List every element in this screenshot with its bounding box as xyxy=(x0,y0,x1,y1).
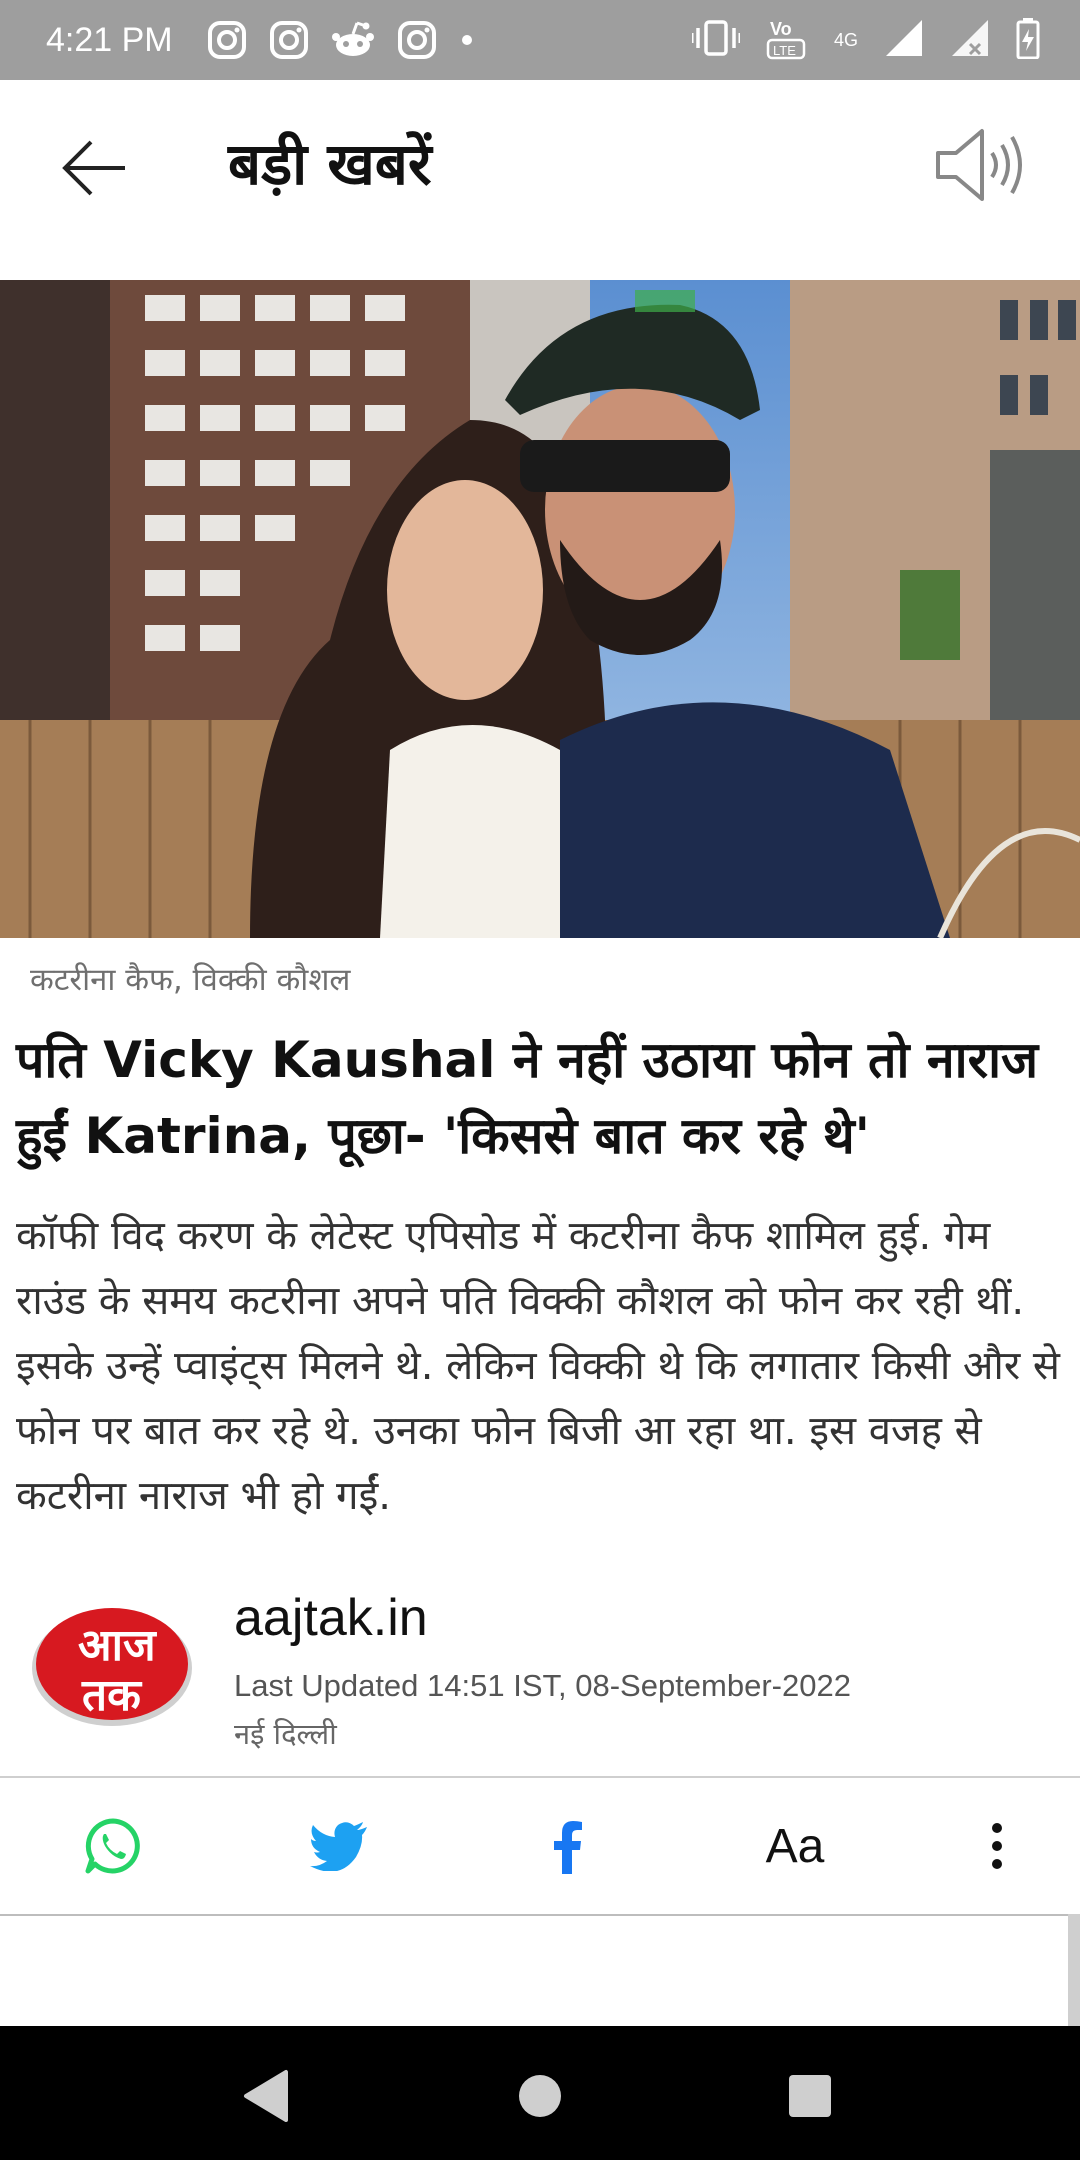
back-button[interactable] xyxy=(56,130,132,206)
instagram-icon xyxy=(207,20,247,60)
volte-icon: Vo LTE xyxy=(766,15,808,65)
speaker-icon xyxy=(936,129,1022,201)
system-navigation-bar xyxy=(0,2026,1080,2160)
more-options-button[interactable] xyxy=(942,1778,1052,1914)
article-tags[interactable]: कटरीना कैफ, विक्की कौशल xyxy=(30,958,350,1000)
scrollbar-thumb[interactable] xyxy=(1068,1914,1080,2026)
notification-icons xyxy=(207,20,475,60)
status-time: 4:21 PM xyxy=(46,20,173,59)
svg-text:LTE: LTE xyxy=(773,43,796,58)
app-header: बड़ी खबरें xyxy=(0,80,1080,280)
facebook-share-button[interactable] xyxy=(512,1778,622,1914)
network-label: 4G xyxy=(833,30,858,50)
more-vertical-icon xyxy=(992,1823,1002,1869)
logo-text-top: आज xyxy=(78,1620,157,1671)
network-type: 4G xyxy=(834,31,858,49)
whatsapp-icon xyxy=(85,1818,140,1874)
share-toolbar: Aa xyxy=(0,1776,1080,1916)
more-notifications-dot-icon xyxy=(459,32,475,48)
last-updated: Last Updated 14:51 IST, 08-September-202… xyxy=(234,1668,851,1703)
instagram-icon xyxy=(269,20,309,60)
back-arrow-icon xyxy=(62,140,125,196)
font-size-button[interactable]: Aa xyxy=(740,1778,850,1914)
facebook-icon xyxy=(554,1821,582,1874)
font-size-icon: Aa xyxy=(765,1819,825,1873)
nav-home-button[interactable] xyxy=(500,2056,580,2136)
source-name[interactable]: aajtak.in xyxy=(234,1588,428,1648)
aajtak-logo[interactable]: आज तक xyxy=(30,1598,194,1734)
article-headline[interactable]: पति Vicky Kaushal ने नहीं उठाया फोन तो न… xyxy=(16,1022,1056,1174)
nav-home-icon xyxy=(519,2075,561,2117)
nav-recents-icon xyxy=(789,2075,831,2117)
instagram-icon xyxy=(397,20,437,60)
signal-no-data-icon xyxy=(950,18,990,62)
twitter-share-button[interactable] xyxy=(284,1778,394,1914)
nav-back-icon xyxy=(244,2070,288,2122)
dateline-city: नई दिल्ली xyxy=(234,1717,337,1751)
nav-recents-button[interactable] xyxy=(770,2056,850,2136)
hero-photo xyxy=(0,280,1080,938)
battery-icon xyxy=(1016,17,1040,63)
system-status-icons: Vo LTE 4G xyxy=(690,0,1040,80)
twitter-icon xyxy=(310,1822,367,1871)
article-hero-image[interactable] xyxy=(0,280,1080,938)
whatsapp-share-button[interactable] xyxy=(58,1778,168,1914)
status-bar: 4:21 PM Vo LTE 4G xyxy=(0,0,1080,80)
page-title: बड़ी खबरें xyxy=(228,130,432,198)
vibrate-icon xyxy=(690,20,742,60)
logo-text-bottom: तक xyxy=(81,1670,143,1721)
svg-text:Vo: Vo xyxy=(770,19,792,39)
reddit-icon xyxy=(331,20,375,60)
nav-back-button[interactable] xyxy=(226,2056,306,2136)
listen-audio-button[interactable] xyxy=(930,120,1030,210)
article-summary: कॉफी विद करण के लेटेस्ट एपिसोड में कटरीन… xyxy=(16,1213,1060,1519)
signal-icon xyxy=(884,18,924,62)
